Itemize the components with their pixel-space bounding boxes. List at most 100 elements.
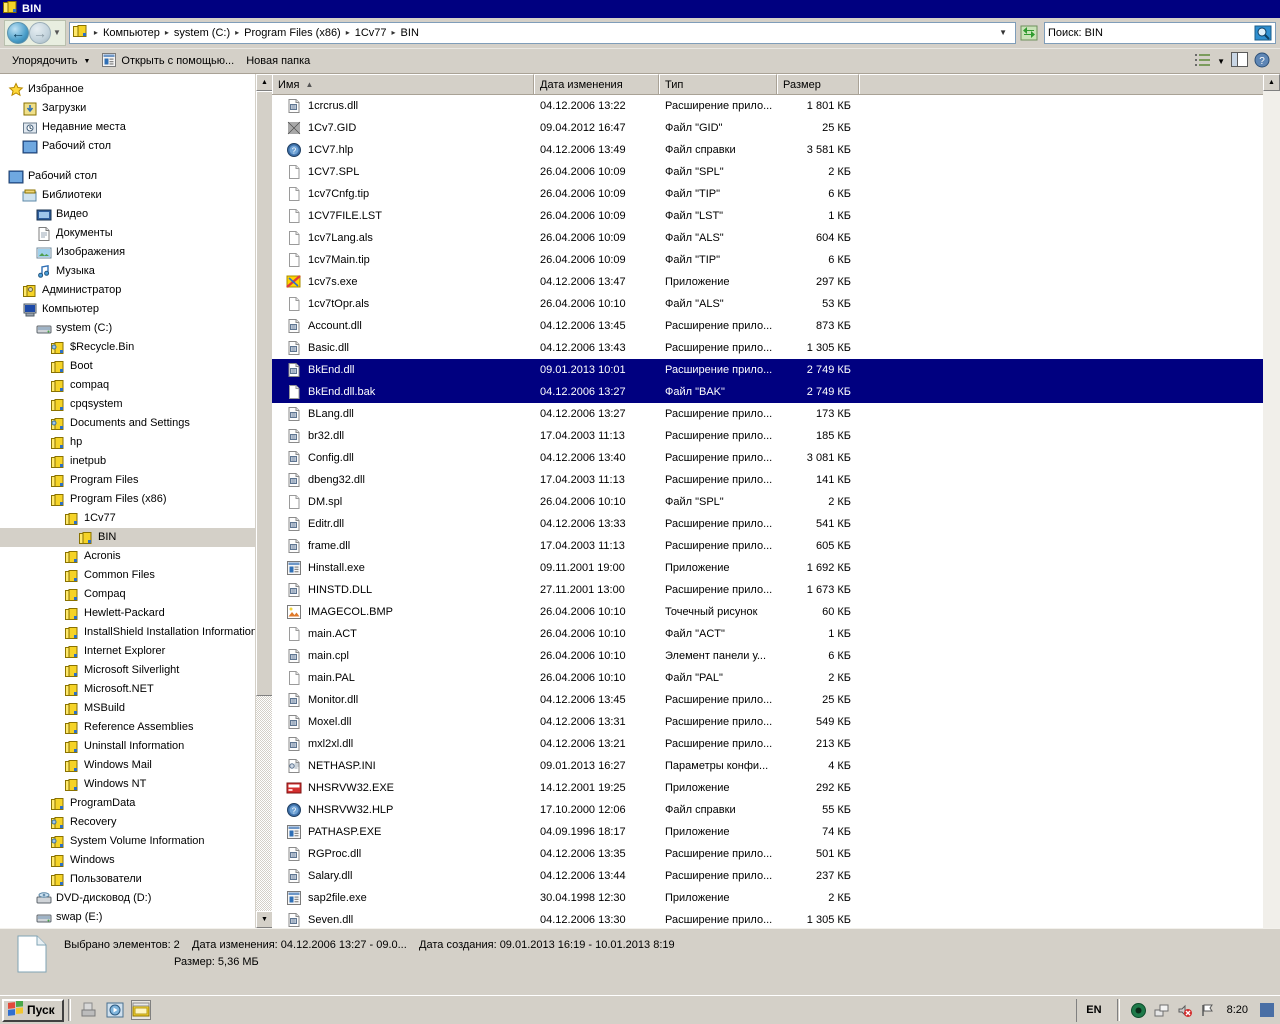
network-icon[interactable] [1154, 1002, 1170, 1018]
table-row[interactable]: 1cv7tOpr.als 26.04.2006 10:10 Файл "ALS" 53… [272, 293, 1263, 315]
table-row[interactable]: RGProc.dll 04.12.2006 13:35 Расширение при… [272, 843, 1263, 865]
table-row[interactable]: BkEnd.dll 09.01.2013 10:01 Расширение прил… [272, 359, 1263, 381]
table-row[interactable]: Config.dll 04.12.2006 13:40 Расширение при… [272, 447, 1263, 469]
breadcrumb-item-4[interactable]: BIN [399, 27, 421, 39]
record-icon[interactable] [1131, 1002, 1147, 1018]
table-row[interactable]: Salary.dll 04.12.2006 13:44 Расширение при… [272, 865, 1263, 887]
tree-item-swap-e-[interactable]: swap (E:) [0, 908, 272, 927]
tree-item-загрузки[interactable]: Загрузки [0, 99, 272, 118]
tree-item-msbuild[interactable]: MSBuild [0, 699, 272, 718]
breadcrumb-item-1[interactable]: system (C:) [172, 27, 232, 39]
tree-item--recycle-bin[interactable]: $Recycle.Bin [0, 338, 272, 357]
tree-item-недавние-места[interactable]: Недавние места [0, 118, 272, 137]
table-row[interactable]: 1cv7Main.tip 26.04.2006 10:09 Файл "TIP" 6 … [272, 249, 1263, 271]
table-row[interactable]: NHSRVW32.EXE 14.12.2001 19:25 Приложение 29… [272, 777, 1263, 799]
tree-item-microsoft-silverlight[interactable]: Microsoft Silverlight [0, 661, 272, 680]
breadcrumb[interactable]: ▸ Компьютер ▸ system (C:) ▸ Program File… [68, 21, 1016, 44]
column-header-size[interactable]: Размер [777, 74, 859, 94]
tree-item-microsoft-net[interactable]: Microsoft.NET [0, 680, 272, 699]
list-scroll-up-button[interactable]: ▲ [1263, 74, 1280, 91]
back-arrow-icon[interactable]: ← [7, 21, 29, 44]
table-row[interactable]: br32.dll 17.04.2003 11:13 Расширение прило… [272, 425, 1263, 447]
table-row[interactable]: BLang.dll 04.12.2006 13:27 Расширение прил… [272, 403, 1263, 425]
tree-item-bin[interactable]: BIN [0, 528, 272, 547]
tree-item-1cv77[interactable]: 1Cv77 [0, 509, 272, 528]
table-row[interactable]: sap2file.exe 30.04.1998 12:30 Приложение 2 … [272, 887, 1263, 909]
tree-item-пользователи[interactable]: Пользователи [0, 870, 272, 889]
table-row[interactable]: Seven.dll 04.12.2006 13:30 Расширение прил… [272, 909, 1263, 928]
tree-item-windows-mail[interactable]: Windows Mail [0, 756, 272, 775]
tree-item-compaq[interactable]: Compaq [0, 585, 272, 604]
tree-item-program-files[interactable]: Program Files [0, 471, 272, 490]
chevron-down-icon[interactable]: ▼ [53, 28, 61, 37]
table-row[interactable]: ? NHSRVW32.HLP 17.10.2000 12:06 Файл справк… [272, 799, 1263, 821]
sidebar-scroll-thumb[interactable] [256, 91, 272, 696]
table-row[interactable]: mxl2xl.dll 04.12.2006 13:21 Расширение при… [272, 733, 1263, 755]
view-list-icon[interactable] [1195, 53, 1211, 70]
tree-item-cpqsystem[interactable]: cpqsystem [0, 395, 272, 414]
table-row[interactable]: PATHASP.EXE 04.09.1996 18:17 Приложение 74 … [272, 821, 1263, 843]
search-box[interactable] [1044, 21, 1276, 44]
tree-item-boot[interactable]: Boot [0, 357, 272, 376]
folder-tree[interactable]: Избранное Загрузки Недавние места Рабочий с… [0, 74, 272, 927]
tree-item-hewlett-packard[interactable]: Hewlett-Packard [0, 604, 272, 623]
flag-icon[interactable] [1200, 1002, 1216, 1018]
tree-item-system-volume-information[interactable]: System Volume Information [0, 832, 272, 851]
new-folder-button[interactable]: Новая папка [240, 50, 316, 72]
table-row[interactable]: dbeng32.dll 17.04.2003 11:13 Расширение пр… [272, 469, 1263, 491]
sidebar-scroll-up-button[interactable]: ▲ [256, 74, 272, 91]
table-row[interactable]: Hinstall.exe 09.11.2001 19:00 Приложение 1 … [272, 557, 1263, 579]
table-row[interactable]: 1CV7FILE.LST 26.04.2006 10:09 Файл "LST" 1 … [272, 205, 1263, 227]
file-list-scrollbar[interactable]: ▲ [1263, 74, 1280, 928]
table-row[interactable]: 1cv7Lang.als 26.04.2006 10:09 Файл "ALS" 60… [272, 227, 1263, 249]
refresh-icon[interactable] [1018, 22, 1040, 44]
tree-item-common-files[interactable]: Common Files [0, 566, 272, 585]
table-row[interactable]: 1cv7Cnfg.tip 26.04.2006 10:09 Файл "TIP" 6 … [272, 183, 1263, 205]
breadcrumb-item-3[interactable]: 1Cv77 [353, 27, 389, 39]
file-list-pane[interactable]: Имя ▲ Дата изменения Тип Размер 1crcrus.… [272, 74, 1280, 928]
language-indicator[interactable]: EN [1082, 1004, 1105, 1016]
tree-item-видео[interactable]: Видео [0, 205, 272, 224]
table-row[interactable]: Editr.dll 04.12.2006 13:33 Расширение прил… [272, 513, 1263, 535]
search-input[interactable] [1048, 26, 1252, 39]
tree-item-windows[interactable]: Windows [0, 851, 272, 870]
table-row[interactable]: 1Cv7.GID 09.04.2012 16:47 Файл "GID" 25 КБ [272, 117, 1263, 139]
start-button[interactable]: Пуск [2, 998, 64, 1022]
table-row[interactable]: IMAGECOL.BMP 26.04.2006 10:10 Точечный рис… [272, 601, 1263, 623]
address-dropdown-icon[interactable]: ▼ [993, 28, 1013, 37]
tree-item-reference-assemblies[interactable]: Reference Assemblies [0, 718, 272, 737]
table-row[interactable]: Account.dll 04.12.2006 13:45 Расширение пр… [272, 315, 1263, 337]
sidebar-scrollbar[interactable]: ▲ ▼ [255, 74, 272, 928]
table-row[interactable]: Moxel.dll 04.12.2006 13:31 Расширение прил… [272, 711, 1263, 733]
breadcrumb-item-0[interactable]: Компьютер [101, 27, 162, 39]
table-row[interactable]: main.ACT 26.04.2006 10:10 Файл "ACT" 1 КБ [272, 623, 1263, 645]
tree-item-документы[interactable]: Документы [0, 224, 272, 243]
table-row[interactable]: 1cv7s.exe 04.12.2006 13:47 Приложение 297 К… [272, 271, 1263, 293]
tree-item-администратор[interactable]: Администратор [0, 281, 272, 300]
forward-arrow-icon[interactable]: → [29, 21, 51, 44]
tree-item-рабочий-стол[interactable]: Рабочий стол [0, 137, 272, 156]
breadcrumb-item-2[interactable]: Program Files (x86) [242, 27, 343, 39]
table-row[interactable]: frame.dll 17.04.2003 11:13 Расширение прил… [272, 535, 1263, 557]
organize-button[interactable]: Упорядочить ▼ [6, 50, 96, 72]
open-with-button[interactable]: Открыть с помощью... [96, 50, 240, 72]
help-icon[interactable]: ? [1254, 52, 1270, 71]
tree-item-inetpub[interactable]: inetpub [0, 452, 272, 471]
tree-item-hp[interactable]: hp [0, 433, 272, 452]
tree-item-рабочий-стол[interactable]: Рабочий стол [0, 167, 272, 186]
media-player-icon[interactable] [105, 1000, 125, 1020]
tree-item-избранное[interactable]: Избранное [0, 80, 272, 99]
show-desktop-tray-icon[interactable] [1259, 1002, 1275, 1018]
show-desktop-icon[interactable] [79, 1000, 99, 1020]
tree-item-компьютер[interactable]: Компьютер [0, 300, 272, 319]
view-chevron-down-icon[interactable]: ▼ [1217, 57, 1225, 66]
tree-item-recovery[interactable]: Recovery [0, 813, 272, 832]
tree-item-музыка[interactable]: Музыка [0, 262, 272, 281]
table-row[interactable]: ? 1CV7.hlp 04.12.2006 13:49 Файл справки 3 5… [272, 139, 1263, 161]
tree-item-compaq[interactable]: compaq [0, 376, 272, 395]
table-row[interactable]: DM.spl 26.04.2006 10:10 Файл "SPL" 2 КБ [272, 491, 1263, 513]
table-row[interactable]: HINSTD.DLL 27.11.2001 13:00 Расширение при… [272, 579, 1263, 601]
explorer-window-icon[interactable] [130, 1000, 151, 1020]
table-row[interactable]: Monitor.dll 04.12.2006 13:45 Расширение пр… [272, 689, 1263, 711]
navigation-pane[interactable]: Избранное Загрузки Недавние места Рабочий с… [0, 74, 272, 928]
